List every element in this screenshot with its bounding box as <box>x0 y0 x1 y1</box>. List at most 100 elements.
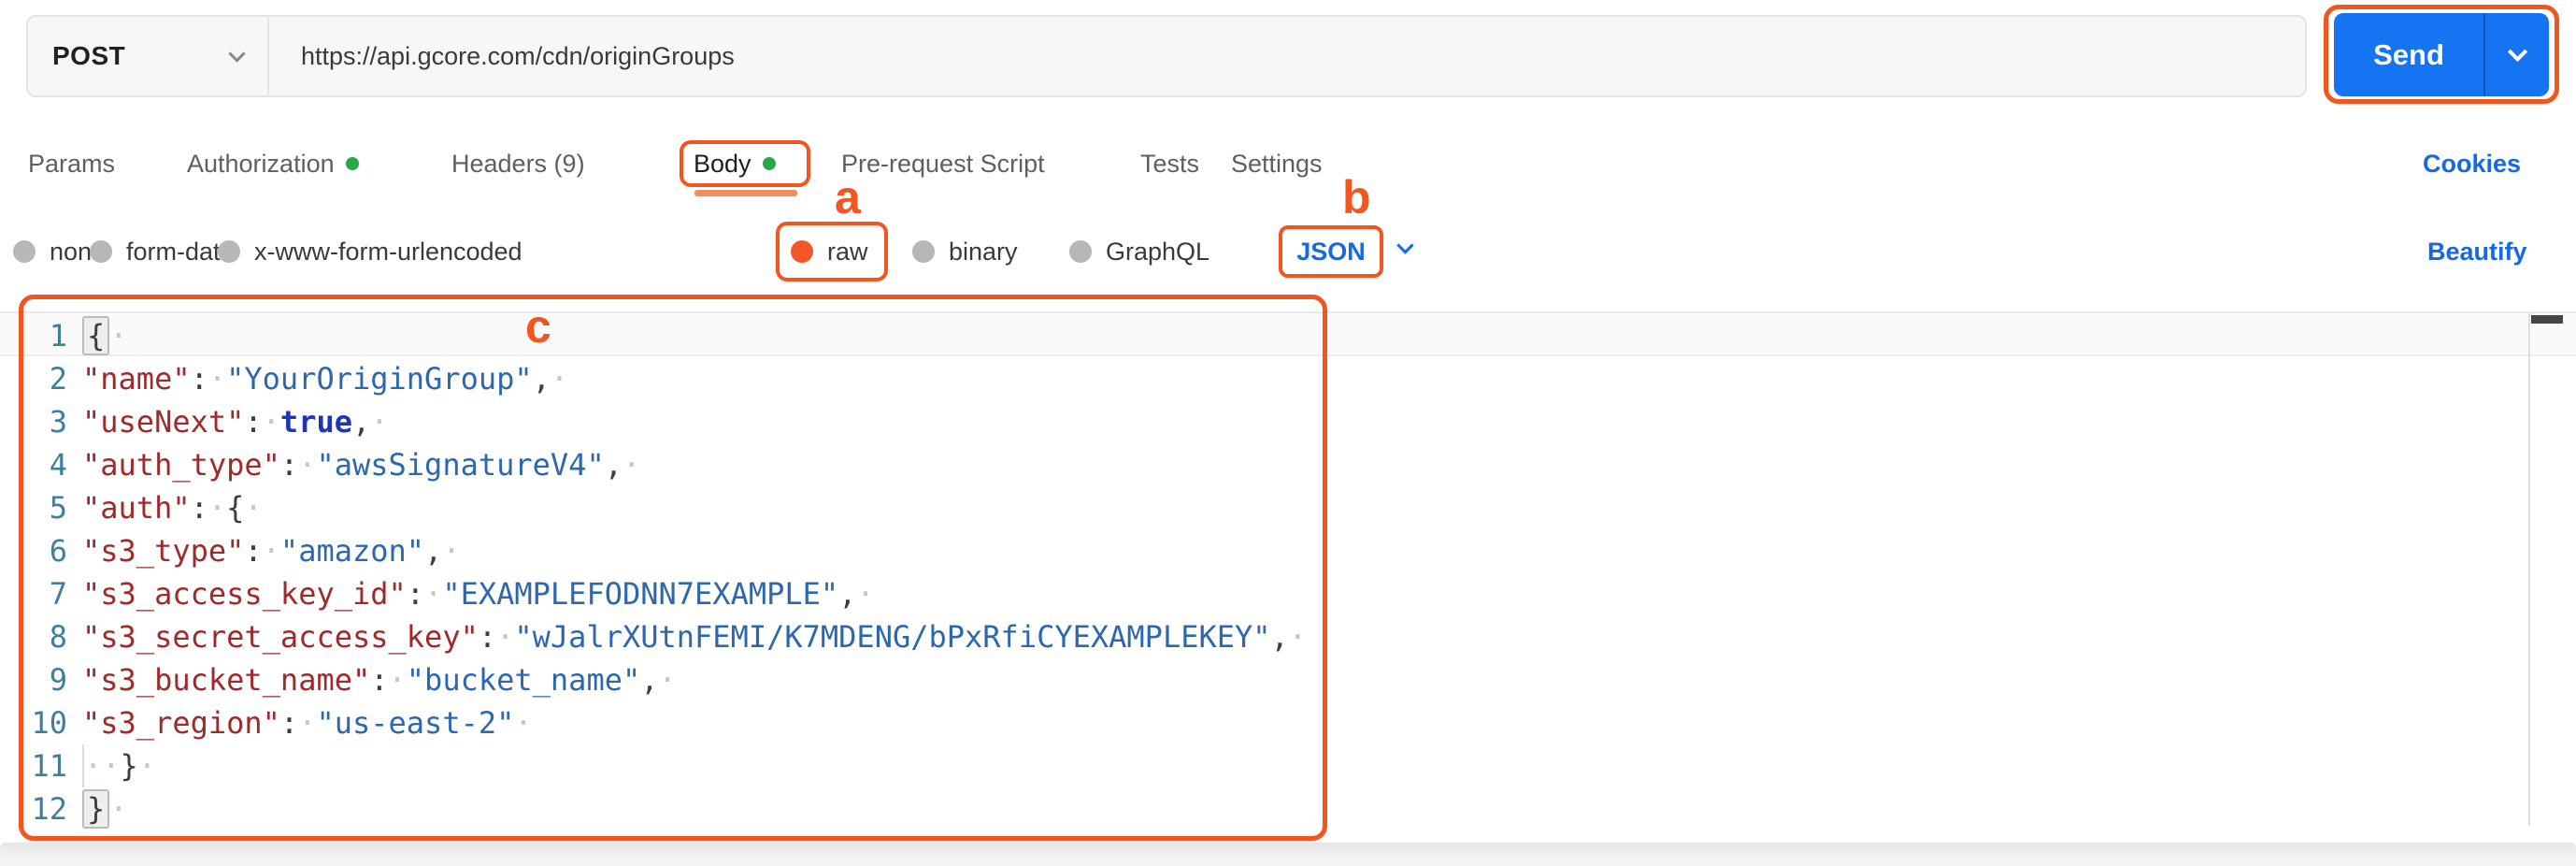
code-token: "awsSignatureV4" <box>316 447 605 483</box>
code-token: · <box>109 318 128 354</box>
code-token: · <box>514 705 533 741</box>
code-token: · <box>1288 619 1308 655</box>
code-line[interactable]: 3 "useNext":·true,· <box>0 400 1307 443</box>
code-token: , <box>838 576 857 612</box>
code-line[interactable]: 8 "s3_secret_access_key":·"wJalrXUtnFEMI/… <box>0 615 1307 658</box>
code-lines: 1{· 2 "name":·"YourOriginGroup",· 3 "useNext… <box>0 314 1307 830</box>
code-line[interactable]: 7 "s3_access_key_id":·"EXAMPLEFODNN7EXAMP… <box>0 572 1307 615</box>
code-token: : <box>279 705 299 741</box>
cookies-link[interactable]: Cookies <box>2423 140 2521 187</box>
code-line[interactable]: 10 "s3_region":·"us-east-2"· <box>0 701 1307 744</box>
code-content: "auth_type":·"awsSignatureV4",· <box>67 443 640 486</box>
code-token: "name" <box>82 361 191 397</box>
beautify-link[interactable]: Beautify <box>2427 224 2527 279</box>
code-token: "s3_access_key_id" <box>82 576 407 612</box>
tab-params[interactable]: Params <box>28 140 115 187</box>
tab-body[interactable]: Body <box>694 140 776 187</box>
tab-pre-request-script[interactable]: Pre-request Script <box>841 140 1045 187</box>
code-token: "s3_region" <box>82 705 280 741</box>
code-token: "s3_bucket_name" <box>82 662 371 698</box>
code-token: , <box>640 662 659 698</box>
url-input[interactable]: https://api.gcore.com/cdn/originGroups <box>269 17 2305 95</box>
scrollbar-thumb[interactable] <box>2531 315 2563 324</box>
radio-x-www-form-urlencoded[interactable]: x-www-form-urlencoded <box>218 224 522 279</box>
tab-label: Pre-request Script <box>841 149 1045 178</box>
annotation-letter-a: a <box>835 171 861 224</box>
code-line[interactable]: 5 "auth":·{· <box>0 486 1307 529</box>
send-options-caret[interactable] <box>2485 13 2549 96</box>
language-label: JSON <box>1296 237 1366 266</box>
code-line[interactable]: 1{· <box>0 314 1307 357</box>
code-line[interactable]: 6 "s3_type":·"amazon",· <box>0 529 1307 572</box>
tab-tests[interactable]: Tests <box>1140 140 1199 187</box>
code-line[interactable]: 11 ··}· <box>0 744 1307 787</box>
send-button[interactable]: Send <box>2334 13 2549 96</box>
code-line[interactable]: 2 "name":·"YourOriginGroup",· <box>0 357 1307 400</box>
radio-label: x-www-form-urlencoded <box>254 237 522 266</box>
code-token: , <box>424 533 443 569</box>
tab-label: Body <box>694 149 751 178</box>
radio-form-data[interactable]: form-data <box>90 224 235 279</box>
radio-icon <box>912 240 935 263</box>
code-token: · <box>262 533 280 569</box>
tab-settings[interactable]: Settings <box>1231 140 1323 187</box>
response-panel-edge <box>0 843 2576 866</box>
chevron-down-icon[interactable] <box>1396 237 1414 254</box>
code-token: true <box>279 404 352 440</box>
code-line[interactable]: 12} · <box>0 787 1307 830</box>
radio-raw[interactable]: raw <box>791 224 868 279</box>
method-dropdown[interactable]: POST <box>28 17 269 95</box>
scrollbar-track-divider <box>2528 313 2530 826</box>
tab-label: Authorization <box>187 149 335 178</box>
tab-authorization[interactable]: Authorization <box>187 140 359 187</box>
code-token: "YourOriginGroup" <box>226 361 533 397</box>
request-tabs: Params Authorization Headers (9) Body Pr… <box>0 140 2576 198</box>
chevron-down-icon <box>228 44 246 63</box>
code-content: "s3_bucket_name":·"bucket_name",· <box>67 658 677 701</box>
code-line[interactable]: 4 "auth_type":·"awsSignatureV4",· <box>0 443 1307 486</box>
language-dropdown[interactable]: JSON <box>1279 225 1383 278</box>
body-code-editor[interactable]: 1{· 2 "name":·"YourOriginGroup",· 3 "useNext… <box>0 311 2576 841</box>
line-number: 6 <box>49 533 67 569</box>
code-token: · <box>298 447 317 483</box>
code-token: : <box>279 447 299 483</box>
code-token: : <box>370 662 389 698</box>
radio-label: binary <box>949 237 1018 266</box>
code-content: {· <box>67 314 128 357</box>
code-token: · <box>208 361 227 397</box>
code-token: · <box>137 748 157 784</box>
code-token: : <box>406 576 425 612</box>
code-token: , <box>532 361 551 397</box>
code-token: : <box>244 404 263 440</box>
code-content: "auth":·{· <box>67 486 263 529</box>
code-token: · <box>856 576 875 612</box>
code-token: } <box>82 789 110 829</box>
code-token: · <box>622 447 641 483</box>
code-content: "s3_type":·"amazon",· <box>67 529 461 572</box>
code-token: : <box>478 619 497 655</box>
line-number: 10 <box>31 705 67 741</box>
radio-binary[interactable]: binary <box>912 224 1018 279</box>
annotation-letter-c: c <box>525 300 551 353</box>
code-content: } · <box>67 787 128 830</box>
code-token: "EXAMPLEFODNN7EXAMPLE" <box>442 576 839 612</box>
radio-graphql[interactable]: GraphQL <box>1069 224 1209 279</box>
code-token: : <box>190 361 208 397</box>
code-line[interactable]: 9 "s3_bucket_name":·"bucket_name",· <box>0 658 1307 701</box>
tab-headers[interactable]: Headers (9) <box>451 140 585 187</box>
radio-icon <box>1069 240 1092 263</box>
code-content: "s3_secret_access_key":·"wJalrXUtnFEMI/K… <box>67 615 1307 658</box>
line-number: 1 <box>49 318 67 354</box>
cookies-label: Cookies <box>2423 149 2522 178</box>
line-number: 3 <box>49 404 67 440</box>
annotation-letter-b: b <box>1342 171 1371 224</box>
code-token: · <box>550 361 569 397</box>
code-token: · <box>442 533 461 569</box>
send-button-label: Send <box>2373 37 2444 71</box>
line-number: 2 <box>49 361 67 397</box>
code-token: · <box>370 404 389 440</box>
code-token: · <box>658 662 677 698</box>
line-number: 5 <box>49 490 67 526</box>
code-token: , <box>1270 619 1289 655</box>
code-content: "s3_access_key_id": · "EXAMPLEFODNN7EXAMPL… <box>67 572 875 615</box>
